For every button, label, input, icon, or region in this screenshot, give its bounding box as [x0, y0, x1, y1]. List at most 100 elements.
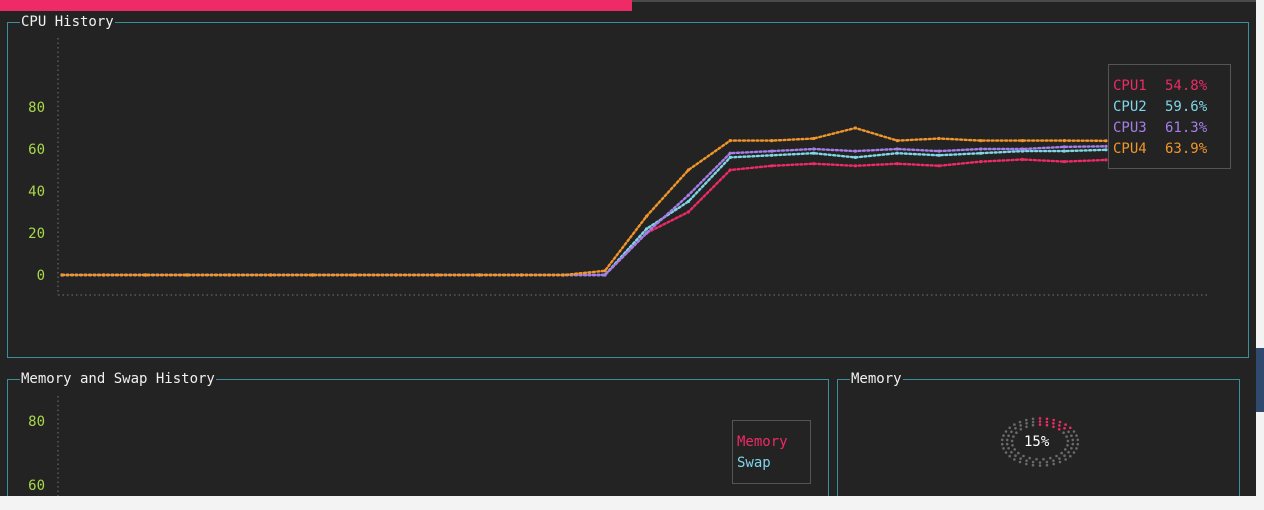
cpu-series-cpu4	[60, 126, 1108, 277]
cpu-series-cpu2	[60, 148, 1108, 277]
memory-gauge-free-dot	[1019, 424, 1022, 427]
cpu-data-point	[143, 273, 148, 277]
memory-gauge-used-dot	[1058, 424, 1061, 427]
cpu-data-point	[812, 162, 816, 166]
memory-gauge-free-dot	[1031, 420, 1035, 424]
cpu-legend-label: CPU4	[1113, 141, 1147, 157]
memory-gauge-free-dot	[1014, 427, 1017, 430]
memory-gauge-free-dot	[1010, 430, 1013, 434]
cpu-data-point	[185, 273, 189, 277]
cpu-data-point	[853, 164, 858, 168]
memory-gauge-used-dot	[1045, 417, 1049, 421]
cpu-data-point	[770, 139, 774, 143]
memory-gauge-free-dot	[1062, 431, 1065, 434]
memory-gauge-free-dot	[1038, 461, 1042, 464]
cpu-legend-value: 54.8%	[1165, 78, 1208, 94]
cpu-legend-label: CPU3	[1113, 120, 1147, 136]
memory-gauge-free-dot	[1007, 434, 1010, 437]
cpu-y-tick-label: 0	[37, 268, 45, 284]
memory-gauge-free-dot	[1025, 418, 1028, 422]
memory-gauge-used-dot	[1038, 420, 1042, 423]
cpu-series-line	[60, 148, 1108, 277]
memory-gauge-free-dot	[1052, 459, 1055, 462]
memory-gauge-free-dot	[1022, 454, 1025, 458]
cpu-legend-label: CPU2	[1113, 99, 1147, 115]
memory-swap-history-chart: 80 60	[28, 396, 59, 496]
cpu-data-point	[979, 151, 983, 155]
memory-gauge-free-dot	[1075, 434, 1078, 437]
cpu-legend-item: CPU3 61.3%	[1113, 118, 1230, 139]
memory-gauge-free-dot	[1067, 450, 1070, 454]
memory-gauge-free-dot	[1045, 460, 1049, 464]
memory-gauge-free-dot	[1035, 457, 1038, 461]
cpu-data-point	[1062, 149, 1066, 153]
memory-gauge-used-dot	[1058, 420, 1062, 424]
cpu-history-chart: 80 60 40 20 0	[28, 38, 1210, 296]
memory-gauge-free-dot	[1072, 430, 1076, 433]
cpu-data-point	[394, 273, 398, 277]
cpu-data-point	[937, 153, 941, 157]
cpu-data-point	[728, 139, 732, 143]
memory-gauge-free-dot	[1025, 422, 1028, 425]
cpu-data-point	[895, 162, 899, 166]
memory-gauge-free-dot	[1013, 448, 1016, 451]
cpu-data-point	[60, 273, 64, 277]
cpu-series-cpu1	[60, 157, 1108, 277]
memory-gauge-free-dot	[1031, 423, 1035, 427]
cpu-data-point	[1062, 139, 1066, 143]
cpu-data-point	[603, 269, 607, 273]
memory-gauge-free-dot	[1011, 444, 1014, 447]
memory-gauge-free-dot	[1007, 447, 1010, 450]
memory-gauge-free-dot	[1069, 454, 1072, 458]
cpu-data-point	[770, 149, 774, 153]
memory-gauge-free-dot	[1015, 431, 1018, 434]
cpu-data-point	[603, 273, 607, 277]
cpu-data-point	[352, 273, 356, 277]
memory-gauge-free-dot	[1013, 423, 1016, 426]
memory-gauge-free-dot	[1076, 442, 1080, 446]
memory-legend-swap: Swap	[737, 455, 771, 471]
memory-gauge-free-dot	[1010, 450, 1013, 454]
cpu-data-point	[561, 273, 565, 277]
cpu-data-point	[1020, 139, 1025, 143]
cpu-data-point	[895, 139, 899, 143]
cpu-data-point	[979, 139, 983, 143]
cpu-data-point	[645, 214, 649, 218]
cpu-data-point	[1062, 145, 1066, 149]
memory-gauge-used-dot	[1045, 420, 1049, 424]
memory-gauge-free-dot	[1019, 457, 1022, 460]
memory-gauge-free-dot	[1058, 457, 1061, 460]
memory-gauge-free-dot	[1055, 454, 1058, 458]
cpu-data-point	[812, 136, 816, 141]
memory-gauge-free-dot	[1049, 456, 1052, 460]
memory-gauge-free-dot	[1004, 430, 1008, 433]
cpu-data-point	[645, 231, 649, 235]
memory-gauge-free-dot	[1019, 428, 1023, 431]
cpu-data-point	[895, 147, 899, 151]
cpu-legend: CPU1 54.8% CPU2 59.6% CPU3 61.3% CPU4 63.9%	[1108, 64, 1231, 169]
cpu-data-point	[1020, 147, 1025, 151]
memory-gauge-free-dot	[1008, 454, 1011, 458]
cpu-data-point	[311, 273, 315, 277]
memory-gauge-free-dot	[1071, 438, 1075, 442]
memory-gauge-free-dot	[1025, 459, 1028, 462]
memory-y-tick-label: 60	[28, 478, 45, 494]
cpu-data-point	[227, 273, 231, 277]
memory-gauge-free-dot	[1070, 447, 1073, 450]
cpu-data-point	[895, 151, 899, 155]
cpu-data-point	[728, 155, 732, 159]
memory-gauge-percent: 15%	[1024, 434, 1050, 450]
memory-gauge-free-dot	[1017, 451, 1020, 455]
cpu-data-point	[853, 126, 858, 130]
cpu-data-point	[686, 168, 691, 172]
memory-gauge-free-dot	[1028, 456, 1031, 460]
cpu-data-point	[102, 273, 106, 277]
memory-gauge-used-dot	[1052, 418, 1055, 422]
cpu-legend-value: 59.6%	[1165, 99, 1208, 115]
memory-gauge-used-dot	[1052, 425, 1055, 429]
memory-gauge-used-dot	[1057, 428, 1061, 431]
memory-gauge-free-dot	[1013, 458, 1016, 461]
cpu-y-tick-label: 40	[28, 184, 45, 200]
memory-gauge-free-dot	[1045, 463, 1049, 467]
cpu-data-point	[269, 273, 273, 277]
